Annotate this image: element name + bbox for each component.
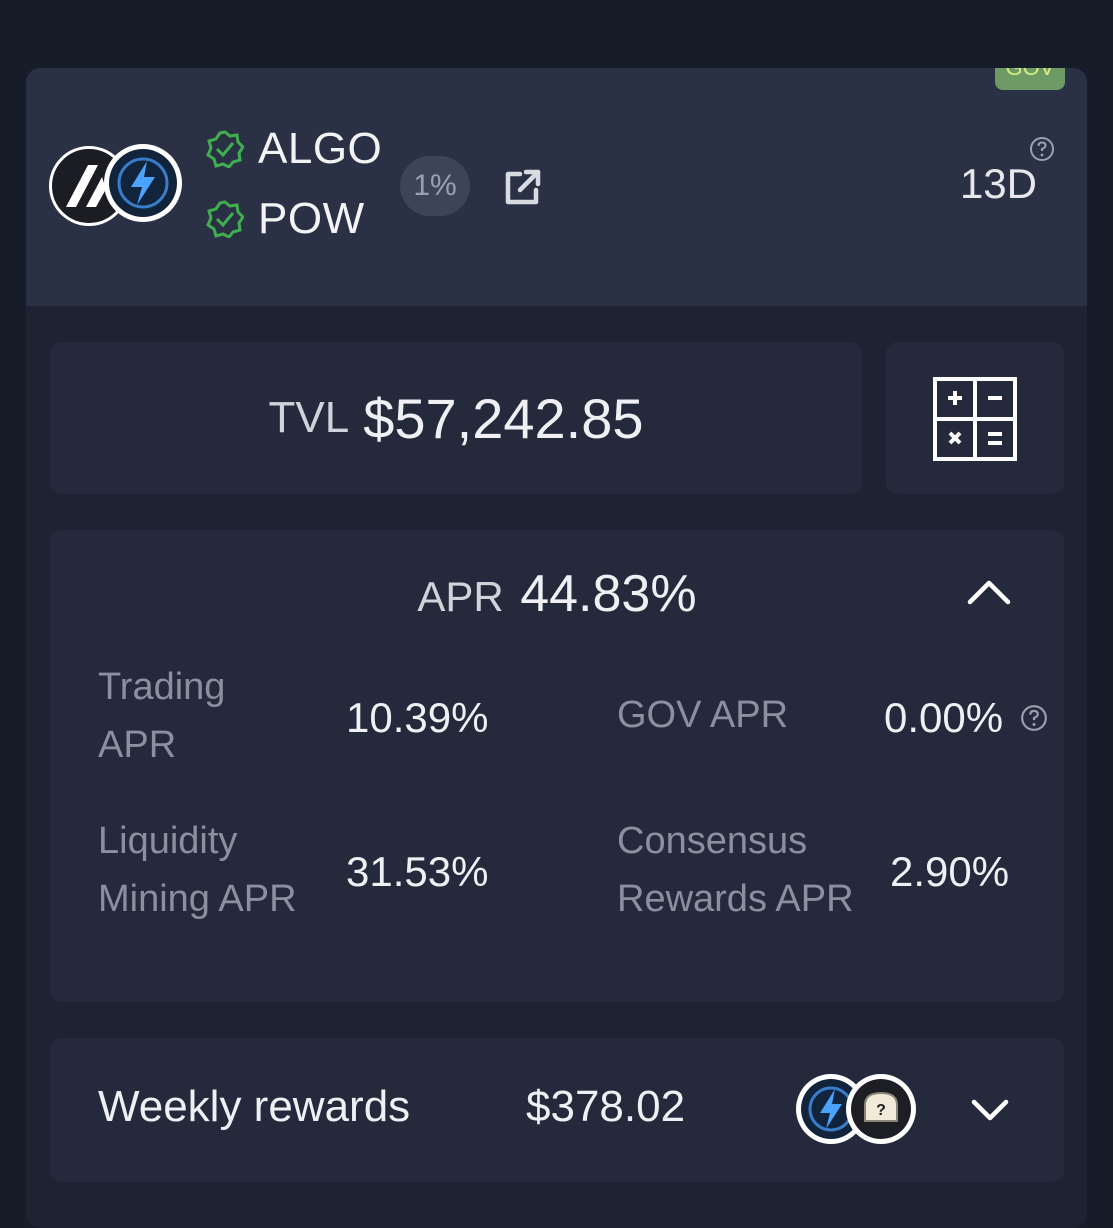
external-link-icon[interactable] [498, 164, 546, 212]
pool-card: ALGO POW 1% 13D GOV TVL $57,242.85 [26, 68, 1087, 1228]
token-a-row: ALGO [206, 124, 382, 174]
weekly-rewards-row[interactable]: Weekly rewards $378.02 ? [50, 1038, 1064, 1182]
fee-tier-badge: 1% [400, 156, 470, 216]
gov-badge: GOV [995, 68, 1065, 90]
pool-card-header: ALGO POW 1% 13D [26, 68, 1087, 306]
token-a-symbol: ALGO [258, 124, 383, 173]
weekly-rewards-value: $378.02 [526, 1082, 686, 1131]
chevron-down-icon[interactable] [970, 1096, 1010, 1124]
question-circle-icon[interactable] [1029, 136, 1055, 162]
gov-apr-value: 0.00% [884, 694, 1004, 741]
apr-value: 44.83% [520, 565, 697, 623]
verified-badge-icon [206, 130, 244, 168]
apr-panel: APR 44.83% Trading APR 10.39% GOV APR 0.… [50, 530, 1064, 1002]
apr-label: APR [417, 573, 504, 620]
question-circle-icon[interactable] [1020, 704, 1048, 732]
apr-summary: APR 44.83% [50, 564, 1064, 624]
token-b-row: POW [206, 194, 365, 244]
trading-apr-value: 10.39% [346, 694, 489, 741]
liquidity-mining-apr-label: Liquidity Mining APR [98, 820, 297, 920]
verified-badge-icon [206, 200, 244, 238]
tvl-value: $57,242.85 [363, 386, 644, 450]
consensus-rewards-apr-label: Consensus Rewards APR [617, 820, 854, 920]
chevron-up-icon[interactable] [966, 576, 1012, 606]
calculator-icon [933, 377, 1017, 461]
trading-apr-label: Trading APR [98, 666, 226, 766]
weekly-rewards-label: Weekly rewards [98, 1082, 411, 1131]
pool-age: 13D [959, 160, 1037, 207]
lightning-bolt-icon [104, 144, 182, 222]
svg-text:?: ? [876, 1102, 886, 1119]
unknown-token-icon: ? [846, 1074, 916, 1144]
token-b-symbol: POW [258, 194, 365, 243]
calculator-button[interactable] [886, 342, 1064, 494]
tvl-label: TVL [268, 393, 350, 442]
gov-apr-label: GOV APR [617, 694, 789, 736]
tvl-panel: TVL $57,242.85 [50, 342, 862, 494]
consensus-rewards-apr-value: 2.90% [890, 848, 1010, 895]
liquidity-mining-apr-value: 31.53% [346, 848, 489, 895]
